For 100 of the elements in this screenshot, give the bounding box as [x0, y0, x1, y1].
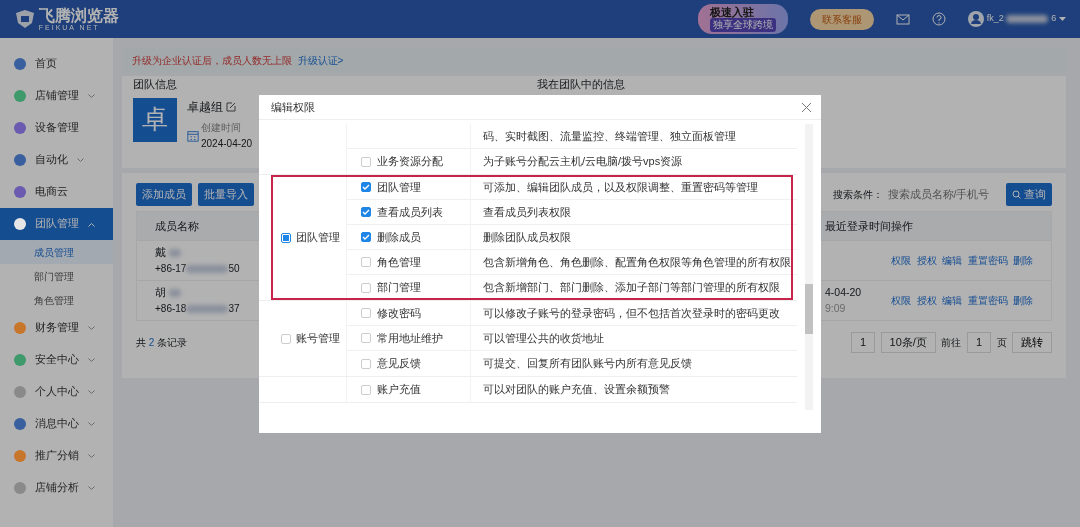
notice-text: 升级为企业认证后，成员人数无上限 — [132, 54, 292, 68]
jump-button[interactable]: 跳转 — [1012, 332, 1052, 353]
page-unit: 页 — [996, 336, 1007, 350]
sidebar-item[interactable]: 自动化 — [0, 144, 113, 176]
permission-name: 删除成员 — [377, 229, 421, 245]
redacted-text — [186, 304, 229, 313]
sidebar-item[interactable]: 团队管理 — [0, 208, 113, 240]
column-header: 成员名称 — [155, 220, 199, 232]
team-name: 卓越组 — [187, 98, 223, 116]
permission-description: 可以管理公共的收货地址 — [482, 330, 604, 346]
query-button[interactable]: 查询 — [1006, 183, 1052, 206]
checkbox[interactable] — [361, 358, 371, 369]
chevron-icon[interactable] — [88, 389, 95, 395]
sidebar-item[interactable]: 安全中心 — [0, 344, 113, 376]
phone-number: 37 — [228, 302, 240, 317]
permission-description: 为子账号分配云主机/云电脑/拨号vps资源 — [482, 154, 683, 170]
close-icon[interactable] — [802, 102, 811, 112]
action-link[interactable]: 重置密码 — [967, 293, 1008, 309]
action-link[interactable]: 编辑 — [942, 253, 962, 269]
sidebar-subitem[interactable]: 角色管理 — [0, 288, 113, 312]
scrollbar[interactable] — [805, 124, 813, 410]
chevron-icon[interactable] — [88, 453, 95, 459]
dialog-title: 编辑权限 — [271, 99, 315, 115]
chevron-icon[interactable] — [88, 357, 95, 363]
mail-icon[interactable] — [895, 13, 910, 25]
redacted-text — [168, 289, 181, 298]
help-icon[interactable] — [931, 12, 946, 26]
goto-field[interactable]: 1 — [966, 332, 991, 353]
checkbox[interactable] — [361, 207, 371, 217]
phone-number: 50 — [228, 262, 240, 277]
checkbox[interactable] — [281, 232, 291, 243]
checkbox[interactable] — [361, 156, 371, 167]
sidebar-subitem[interactable]: 成员管理 — [0, 240, 113, 264]
sidebar-item[interactable]: 店铺管理 — [0, 80, 113, 112]
permission-description: 删除团队成员权限 — [482, 229, 571, 245]
column-header: 操作 — [891, 219, 913, 234]
edit-icon[interactable] — [225, 101, 236, 112]
chevron-icon[interactable] — [88, 93, 95, 99]
permission-name: 意见反馈 — [377, 356, 421, 372]
permission-name: 常用地址维护 — [377, 330, 443, 346]
sidebar-item[interactable]: 消息中心 — [0, 408, 113, 440]
permission-description: 可以对团队的账户充值、设置余额预警 — [482, 382, 670, 398]
toolbar-button[interactable]: 批量导入 — [198, 183, 254, 206]
action-link[interactable]: 编辑 — [942, 293, 962, 309]
sidebar-item[interactable]: 店铺分析 — [0, 472, 113, 504]
checkbox[interactable] — [281, 333, 291, 344]
upgrade-link[interactable]: 升级认证> — [297, 53, 344, 68]
sidebar-item[interactable]: 财务管理 — [0, 312, 113, 344]
action-link[interactable]: 授权 — [916, 293, 937, 309]
permission-description: 查看成员列表权限 — [482, 204, 571, 220]
chevron-icon[interactable] — [88, 325, 95, 331]
promo-banner[interactable]: 极速入驻 独享全球跨境 — [697, 3, 788, 35]
chevron-icon[interactable] — [77, 157, 84, 163]
action-link[interactable]: 权限 — [891, 293, 911, 309]
redacted-text — [168, 249, 181, 258]
action-link[interactable]: 删除 — [1013, 293, 1033, 309]
permission-group-label: 团队管理 — [296, 230, 340, 246]
chevron-icon[interactable] — [88, 485, 95, 491]
sidebar-subitem[interactable]: 部门管理 — [0, 264, 113, 288]
permission-description: 包含新增角色、角色删除、配置角色权限等角色管理的所有权限 — [482, 254, 791, 270]
checkbox[interactable] — [361, 182, 371, 192]
sidebar-item[interactable]: 电商云 — [0, 176, 113, 208]
avatar-icon[interactable] — [967, 11, 984, 27]
page-size-select[interactable]: 10条/页 — [880, 332, 936, 353]
action-link[interactable]: 重置密码 — [967, 253, 1008, 269]
toolbar-button[interactable]: 添加成员 — [136, 183, 192, 206]
checkbox[interactable] — [361, 257, 371, 267]
permission-description: 码、实时截图、流量监控、终端管理、独立面板管理 — [482, 128, 736, 144]
username[interactable]: 6 — [1051, 12, 1057, 26]
sidebar-item[interactable]: 设备管理 — [0, 112, 113, 144]
username[interactable]: fk_2 — [986, 12, 1004, 26]
logo-title: 飞腾浏览器 — [38, 7, 119, 24]
sidebar-item[interactable]: 推广分销 — [0, 440, 113, 472]
phone-number: +86-17 — [155, 262, 187, 277]
permission-description: 可以修改子账号的登录密码，但不包括首次登录时的密码更改 — [482, 305, 780, 321]
created-date: 2024-04-20 — [201, 136, 253, 151]
section-title: 团队信息 — [133, 76, 178, 92]
page-number[interactable]: 1 — [850, 332, 876, 353]
caret-icon[interactable] — [1059, 16, 1066, 22]
checkbox[interactable] — [361, 333, 371, 343]
member-name: 戴 — [155, 245, 166, 261]
goto-label: 前往 — [941, 336, 962, 350]
permission-name: 修改密码 — [377, 305, 421, 321]
action-link[interactable]: 删除 — [1013, 253, 1033, 269]
search-field[interactable]: 搜索成员名称/手机号 — [885, 185, 1004, 204]
member-name: 胡 — [155, 285, 166, 301]
checkbox[interactable] — [361, 232, 371, 242]
checkbox[interactable] — [361, 308, 371, 318]
checkbox[interactable] — [361, 384, 371, 395]
column-header: 最近登录时间 — [825, 220, 891, 232]
chevron-icon[interactable] — [88, 421, 95, 427]
checkbox[interactable] — [361, 282, 371, 293]
permission-name: 业务资源分配 — [377, 154, 443, 170]
contact-button[interactable]: 联系客服 — [809, 8, 874, 30]
permission-group-label: 账号管理 — [296, 331, 340, 347]
sidebar-item[interactable]: 首页 — [0, 48, 113, 80]
action-link[interactable]: 权限 — [891, 253, 911, 269]
sidebar-item[interactable]: 个人中心 — [0, 376, 113, 408]
permission-name: 团队管理 — [377, 179, 421, 195]
action-link[interactable]: 授权 — [916, 253, 937, 269]
